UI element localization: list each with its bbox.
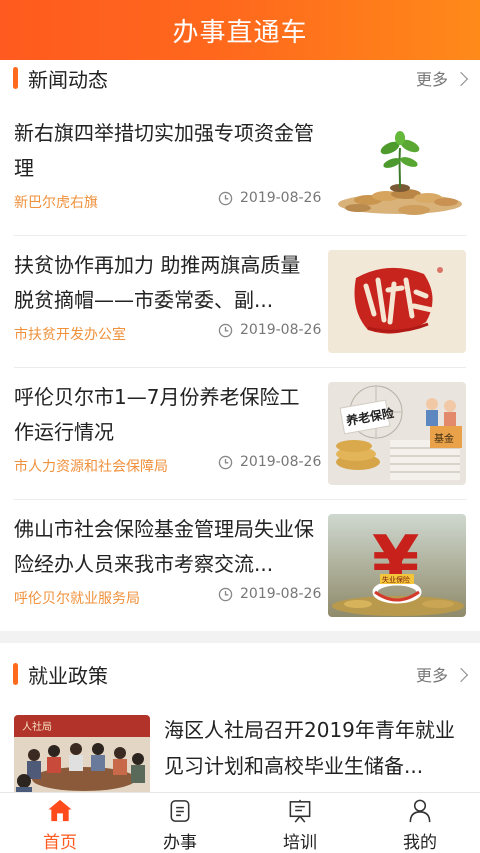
tab-training[interactable]: 培训 [240, 793, 360, 853]
news-title: 佛山市社会保险基金管理局失业保险经办人员来我市考察交流... [14, 517, 314, 576]
tab-label: 办事 [163, 833, 197, 853]
document-icon [170, 800, 190, 822]
news-date: 2019-08-26 [218, 586, 321, 602]
news-list-item[interactable]: 佛山市社会保险基金管理局失业保险经办人员来我市考察交流... 呼伦贝尔就业服务局… [0, 500, 480, 632]
tab-label: 首页 [43, 833, 77, 853]
news-thumbnail-unemployment-insurance: ¥ 失业保险 [328, 514, 466, 617]
news-thumbnail-coins-plant [328, 118, 466, 221]
news-title: 呼伦贝尔市1—7月份养老保险工作运行情况 [14, 385, 300, 444]
clock-icon [218, 455, 233, 469]
home-icon [48, 799, 72, 822]
news-source: 市扶贫开发办公室 [14, 327, 126, 343]
app-header: 办事直通车 [0, 0, 480, 60]
news-source: 新巴尔虎右旗 [14, 195, 98, 211]
news-list-item[interactable]: 新右旗四举措切实加强专项资金管理 新巴尔虎右旗 2019-08-26 [0, 104, 480, 236]
news-date: 2019-08-26 [218, 322, 321, 338]
chevron-right-icon [453, 667, 469, 682]
tab-home[interactable]: 首页 [0, 793, 120, 853]
app-title: 办事直通车 [172, 17, 308, 48]
news-title: 新右旗四举措切实加强专项资金管理 [14, 121, 314, 180]
clock-icon [218, 191, 233, 205]
policy-more-label: 更多 [415, 666, 448, 685]
policy-section-header: 就业政策 更多 [0, 656, 480, 692]
policy-thumbnail-meeting: 人社局 [14, 715, 150, 792]
clock-icon [218, 587, 233, 601]
svg-text:基金: 基金 [434, 432, 454, 445]
news-date: 2019-08-26 [218, 190, 321, 206]
svg-text:人社局: 人社局 [22, 720, 52, 733]
news-date-text: 2019-08-26 [240, 190, 322, 206]
training-board-icon [289, 799, 311, 823]
news-source: 市人力资源和社会保障局 [14, 459, 168, 475]
news-date-text: 2019-08-26 [240, 454, 322, 470]
news-more-label: 更多 [415, 70, 448, 89]
tab-label: 培训 [283, 833, 317, 853]
news-list-item[interactable]: 呼伦贝尔市1—7月份养老保险工作运行情况 市人力资源和社会保障局 2019-08… [0, 368, 480, 500]
news-date: 2019-08-26 [218, 454, 321, 470]
news-source: 呼伦贝尔就业服务局 [14, 591, 140, 607]
user-icon [409, 799, 431, 823]
svg-text:失业保险: 失业保险 [382, 575, 410, 584]
news-thumbnail-poverty-relief [328, 250, 466, 353]
chevron-right-icon [453, 71, 469, 86]
section-separator [0, 631, 480, 643]
news-section-title: 新闻动态 [28, 67, 108, 92]
policy-title: 海区人社局召开2019年青年就业见习计划和高校毕业生储备... [164, 718, 455, 778]
news-section-header: 新闻动态 更多 [0, 60, 480, 96]
section-accent-bar [13, 663, 18, 685]
tab-profile[interactable]: 我的 [360, 793, 480, 853]
policy-section-title: 就业政策 [28, 663, 108, 688]
news-date-text: 2019-08-26 [240, 586, 322, 602]
policy-list-item[interactable]: 人社局 海区人社局召开2019年青年就业见习计划和高校毕业生储备... [0, 706, 480, 792]
bottom-tab-bar: 首页 办事 培训 我的 [0, 792, 480, 853]
tab-services[interactable]: 办事 [120, 793, 240, 853]
news-date-text: 2019-08-26 [240, 322, 322, 338]
tab-label: 我的 [403, 833, 437, 853]
clock-icon [218, 323, 233, 337]
news-list-item[interactable]: 扶贫协作再加力 助推两旗高质量脱贫摘帽——市委常委、副... 市扶贫开发办公室 … [0, 236, 480, 368]
news-more-link[interactable]: 更多 [415, 60, 469, 96]
section-accent-bar [13, 67, 18, 89]
news-thumbnail-pension: 养老保险 基金 [328, 382, 466, 485]
policy-more-link[interactable]: 更多 [415, 656, 469, 692]
news-title: 扶贫协作再加力 助推两旗高质量脱贫摘帽——市委常委、副... [14, 253, 301, 312]
